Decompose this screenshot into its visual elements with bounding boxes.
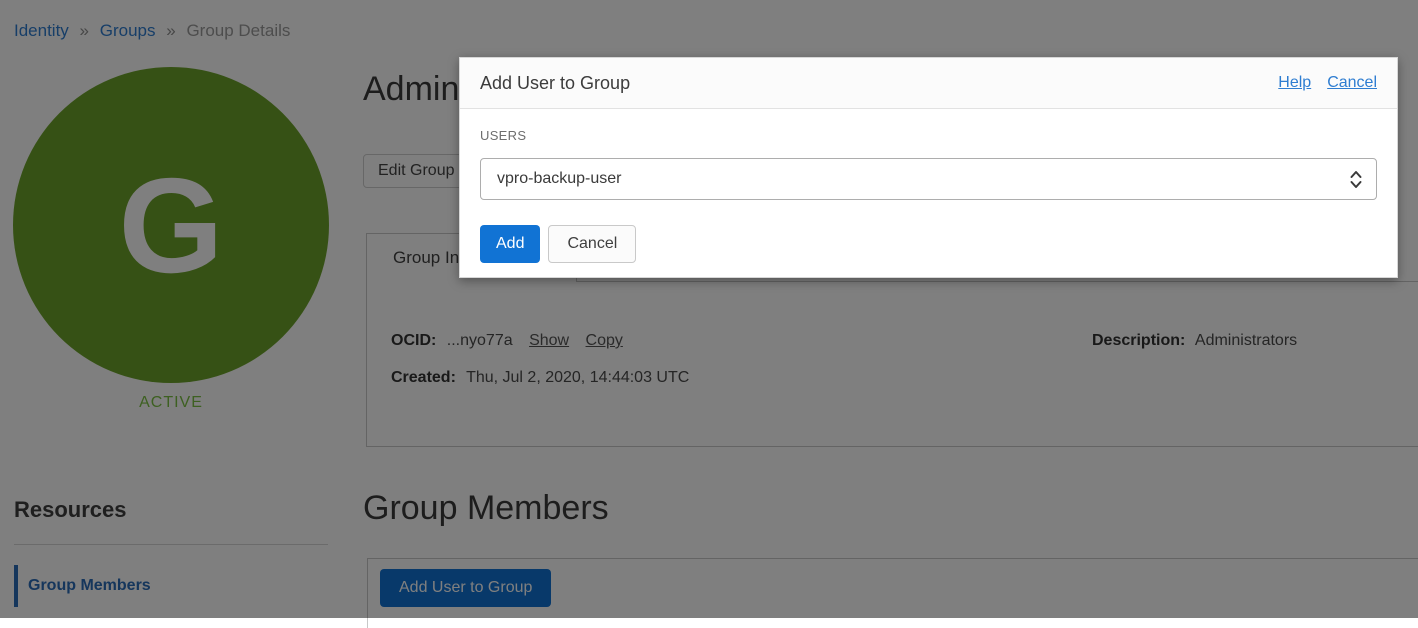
modal-header: Add User to Group Help Cancel: [460, 58, 1397, 109]
help-link[interactable]: Help: [1278, 74, 1311, 92]
modal-title: Add User to Group: [480, 73, 630, 94]
users-field-label: USERS: [480, 129, 1377, 142]
modal-cancel-link[interactable]: Cancel: [1327, 74, 1377, 92]
cancel-button[interactable]: Cancel: [548, 225, 636, 263]
modal-actions: Add Cancel: [480, 225, 1377, 263]
users-select-value: vpro-backup-user: [497, 170, 622, 188]
add-button[interactable]: Add: [480, 225, 540, 263]
modal-body: USERS vpro-backup-user Add Cancel: [460, 109, 1397, 283]
select-updown-icon: [1350, 170, 1362, 189]
users-select[interactable]: vpro-backup-user: [480, 158, 1377, 200]
add-user-modal: Add User to Group Help Cancel USERS vpro…: [459, 57, 1398, 278]
